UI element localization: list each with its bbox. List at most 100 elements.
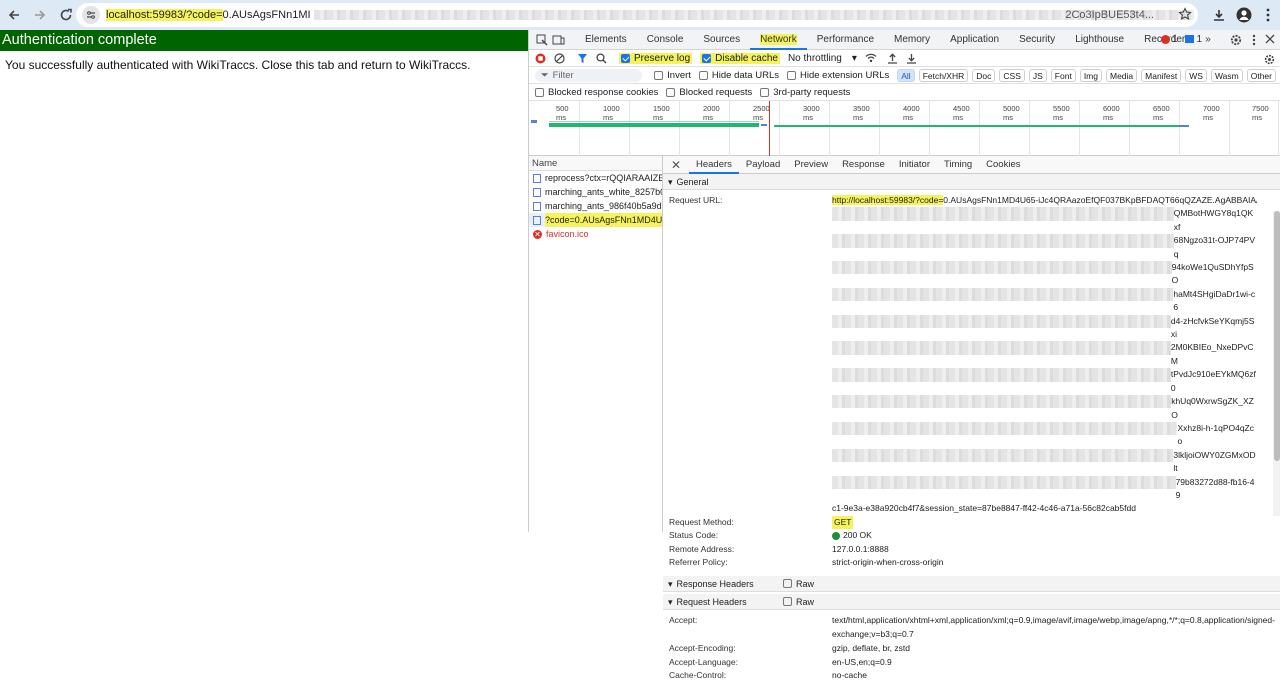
chrome-menu-icon[interactable]: [1256, 3, 1280, 27]
filter-type-all[interactable]: All: [897, 68, 915, 82]
tab-preview[interactable]: Preview: [787, 156, 835, 174]
back-icon[interactable]: [2, 3, 26, 27]
timeline-bar: [761, 124, 767, 126]
tab-network[interactable]: Network: [750, 29, 807, 50]
filter-type-media[interactable]: Media: [1105, 68, 1138, 82]
blocked-requests-checkbox[interactable]: Blocked requests: [666, 87, 752, 98]
tab-sources[interactable]: Sources: [693, 30, 750, 50]
invert-checkbox[interactable]: Invert: [654, 70, 691, 81]
general-section-header[interactable]: ▾ General: [663, 174, 1280, 190]
chevron-down-icon: ▾: [851, 52, 857, 64]
filter-type-img[interactable]: Img: [1079, 68, 1102, 82]
filter-type-js[interactable]: JS: [1028, 68, 1047, 82]
settings-gear-icon[interactable]: [1230, 34, 1242, 46]
forward-icon[interactable]: [28, 3, 52, 27]
throttling-select[interactable]: No throttling ▾: [788, 53, 857, 64]
response-raw-toggle[interactable]: Raw: [783, 576, 814, 592]
tab-console[interactable]: Console: [637, 30, 694, 50]
tab-lighthouse[interactable]: Lighthouse: [1065, 30, 1134, 50]
tab-elements[interactable]: Elements: [575, 30, 637, 50]
network-overview-timeline[interactable]: 500 ms 1000 ms 1500 ms 2000 ms 2500 ms 3…: [529, 101, 1280, 156]
hide-extension-urls-checkbox[interactable]: Hide extension URLs: [786, 69, 890, 81]
filter-type-fetch-xhr[interactable]: Fetch/XHR: [918, 68, 969, 82]
response-headers-section-header[interactable]: ▾ Response Headers Raw: [663, 576, 1280, 593]
filter-type-doc[interactable]: Doc: [972, 68, 996, 82]
filter-type-css[interactable]: CSS: [999, 68, 1025, 82]
request-url-highlight: http://localhost:59983/?code=: [832, 195, 944, 205]
timeline-tick: 4000 ms: [903, 101, 930, 156]
network-conditions-icon[interactable]: [865, 53, 877, 63]
tab-response[interactable]: Response: [835, 156, 892, 174]
detail-scrollbar[interactable]: [1273, 211, 1280, 516]
network-toolbar: Preserve log Disable cache No throttling…: [529, 50, 1280, 67]
tab-cookies[interactable]: Cookies: [979, 156, 1027, 174]
filter-type-other[interactable]: Other: [1246, 68, 1276, 82]
filter-type-ws[interactable]: WS: [1185, 68, 1207, 82]
document-icon: [533, 215, 541, 225]
third-party-checkbox[interactable]: 3rd-party requests: [760, 87, 850, 98]
third-party-label: 3rd-party requests: [773, 86, 851, 98]
devtools-menu-icon[interactable]: [1252, 34, 1256, 46]
hide-extension-urls-label: Hide extension URLs: [799, 69, 890, 81]
url-highlight: localhost:59983/?code=: [106, 9, 223, 21]
request-headers-section-header[interactable]: ▾ Request Headers Raw: [663, 594, 1280, 611]
import-har-icon[interactable]: [887, 52, 898, 64]
tab-payload[interactable]: Payload: [739, 156, 787, 174]
hide-data-urls-checkbox[interactable]: Hide data URLs: [698, 69, 779, 81]
site-info-icon[interactable]: [82, 6, 100, 24]
hide-data-urls-label: Hide data URLs: [711, 69, 779, 81]
scrollbar-thumb[interactable]: [1274, 211, 1280, 461]
blocked-cookies-checkbox[interactable]: Blocked response cookies: [535, 87, 658, 98]
request-row-selected[interactable]: ?code=0.AUsAgsFNn1MD4U6...: [529, 213, 662, 227]
device-toolbar-icon[interactable]: [552, 34, 565, 46]
address-bar[interactable]: localhost:59983/?code=0.AUsAgsFNn1MI 2Co…: [76, 3, 1198, 27]
blocked-requests-label: Blocked requests: [679, 86, 753, 98]
error-count[interactable]: 1: [1160, 34, 1177, 45]
remote-address-value: 127.0.0.1:8888: [832, 543, 889, 554]
filter-icon: ⏷: [541, 69, 549, 81]
request-row[interactable]: marching_ants_white_8257b07...: [529, 185, 662, 199]
filter-input[interactable]: ⏷ Filter: [535, 68, 643, 82]
tab-memory[interactable]: Memory: [884, 30, 940, 50]
tick-label: 4500 ms: [953, 104, 970, 122]
request-raw-toggle[interactable]: Raw: [783, 594, 814, 610]
filter-type-wasm[interactable]: Wasm: [1210, 68, 1243, 82]
request-url-fragment: 79b83272d88-fb16-49: [1175, 476, 1255, 500]
request-row[interactable]: reprocess?ctx=rQQIARAAIZE9...: [529, 171, 662, 185]
close-devtools-icon[interactable]: [1265, 34, 1275, 44]
tick-label: 3500 ms: [853, 104, 870, 122]
message-icon: [1185, 35, 1195, 44]
filter-funnel-icon[interactable]: [577, 53, 588, 64]
search-icon[interactable]: [596, 52, 607, 64]
filter-type-manifest[interactable]: Manifest: [1141, 68, 1182, 82]
request-list-header[interactable]: Name: [529, 156, 662, 171]
request-row-error[interactable]: ✕ favicon.ico: [529, 227, 662, 241]
network-settings-icon[interactable]: [1264, 54, 1275, 65]
close-detail-icon[interactable]: ✕: [663, 158, 689, 172]
tick-label: 6000 ms: [1103, 104, 1120, 122]
tab-application[interactable]: Application: [940, 30, 1009, 50]
reload-icon[interactable]: [54, 3, 78, 27]
profile-avatar-icon[interactable]: [1232, 3, 1256, 27]
tab-headers[interactable]: Headers: [689, 156, 739, 174]
tab-initiator[interactable]: Initiator: [892, 156, 937, 174]
request-row[interactable]: marching_ants_986f40b5a9dc7...: [529, 199, 662, 213]
record-stop-icon[interactable]: [535, 53, 546, 64]
download-icon[interactable]: [1207, 3, 1231, 27]
export-har-icon[interactable]: [906, 53, 917, 64]
request-url-fragment: 68Ngzo31t-OJP74PVq: [1173, 235, 1256, 259]
header-row: Accept-Language: en-US,en;q=0.9: [663, 656, 1280, 669]
message-count[interactable]: 1: [1185, 34, 1202, 45]
preserve-log-checkbox[interactable]: Preserve log: [619, 52, 693, 64]
disable-cache-checkbox[interactable]: Disable cache: [700, 52, 780, 64]
clear-icon[interactable]: [554, 52, 565, 64]
tab-security[interactable]: Security: [1009, 30, 1065, 50]
filter-type-font[interactable]: Font: [1050, 68, 1076, 82]
devtools-tabbar: Elements Console Sources Network Perform…: [529, 29, 1280, 50]
bookmark-star-icon[interactable]: [1178, 7, 1192, 21]
tab-performance[interactable]: Performance: [807, 30, 884, 50]
tick-label: 1000 ms: [603, 104, 620, 122]
inspect-element-icon[interactable]: [536, 34, 548, 46]
tick-label: 2500 ms: [753, 104, 770, 122]
tab-timing[interactable]: Timing: [937, 156, 979, 174]
